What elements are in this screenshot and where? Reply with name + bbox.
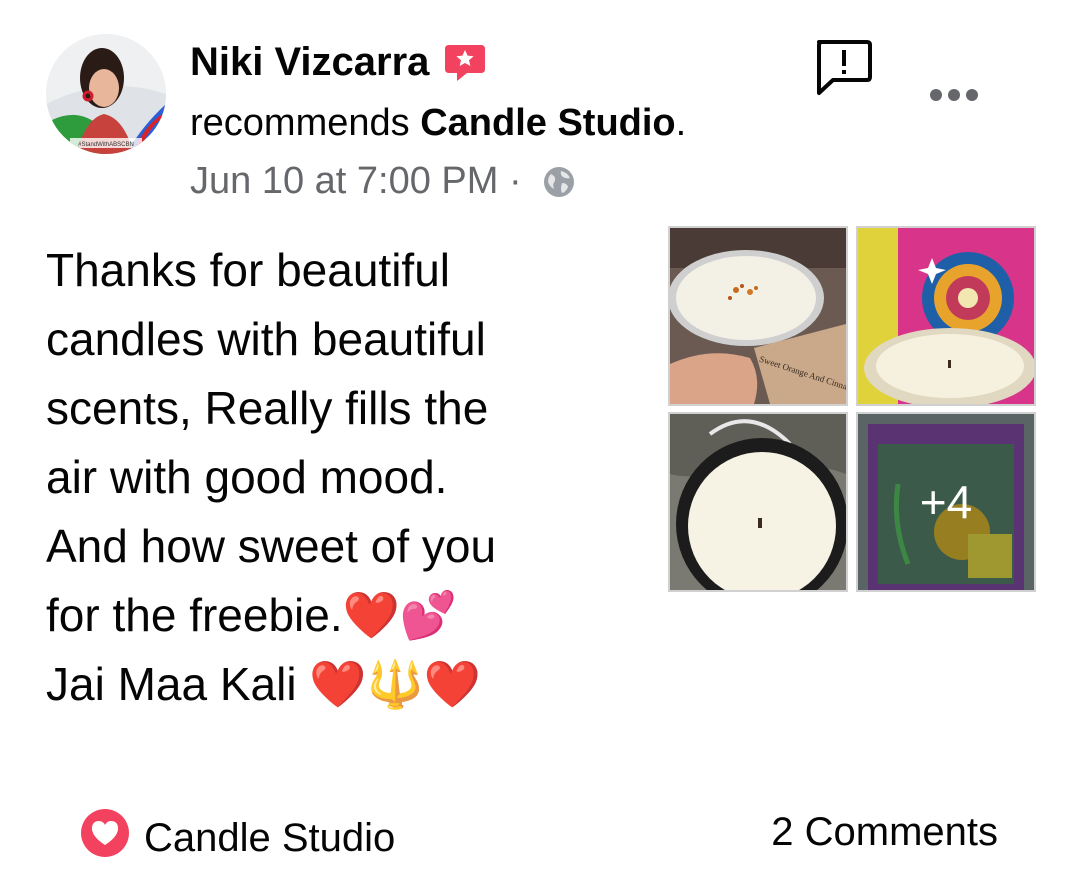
footer-page-name: Candle Studio bbox=[144, 815, 396, 860]
action-text: recommends bbox=[190, 102, 410, 144]
heart-icon bbox=[80, 808, 144, 868]
recommendation-line: recommends Candle Studio. bbox=[190, 102, 686, 145]
avatar-caption: #StandWithABSCBN bbox=[78, 142, 134, 148]
author-line: Niki Vizcarra bbox=[190, 40, 487, 85]
post-text: Thanks for beautiful candles with beauti… bbox=[46, 244, 497, 710]
globe-icon bbox=[542, 165, 576, 199]
photo-grid: Sweet Orange And Cinnamon +4 bbox=[668, 226, 1036, 592]
recommendation-star-icon bbox=[443, 41, 487, 85]
photo-1[interactable]: Sweet Orange And Cinnamon bbox=[668, 226, 848, 406]
author-avatar[interactable]: #StandWithABSCBN bbox=[46, 34, 166, 154]
more-photos-count: +4 bbox=[858, 414, 1034, 590]
period-text: . bbox=[675, 102, 687, 144]
page-name-link[interactable]: Candle Studio bbox=[420, 102, 675, 144]
meta-separator: · bbox=[498, 160, 533, 202]
recommended-page-footer[interactable]: Candle Studio bbox=[80, 808, 395, 868]
comments-count[interactable]: 2 Comments bbox=[771, 810, 998, 855]
photo-2[interactable] bbox=[856, 226, 1036, 406]
more-options-icon[interactable] bbox=[928, 86, 980, 104]
timestamp[interactable]: Jun 10 at 7:00 PM bbox=[190, 160, 498, 203]
post-meta: Jun 10 at 7:00 PM · bbox=[190, 160, 576, 203]
photo-4-more[interactable]: +4 bbox=[856, 412, 1036, 592]
report-icon[interactable] bbox=[813, 37, 873, 97]
photo-3[interactable] bbox=[668, 412, 848, 592]
author-name[interactable]: Niki Vizcarra bbox=[190, 40, 429, 85]
